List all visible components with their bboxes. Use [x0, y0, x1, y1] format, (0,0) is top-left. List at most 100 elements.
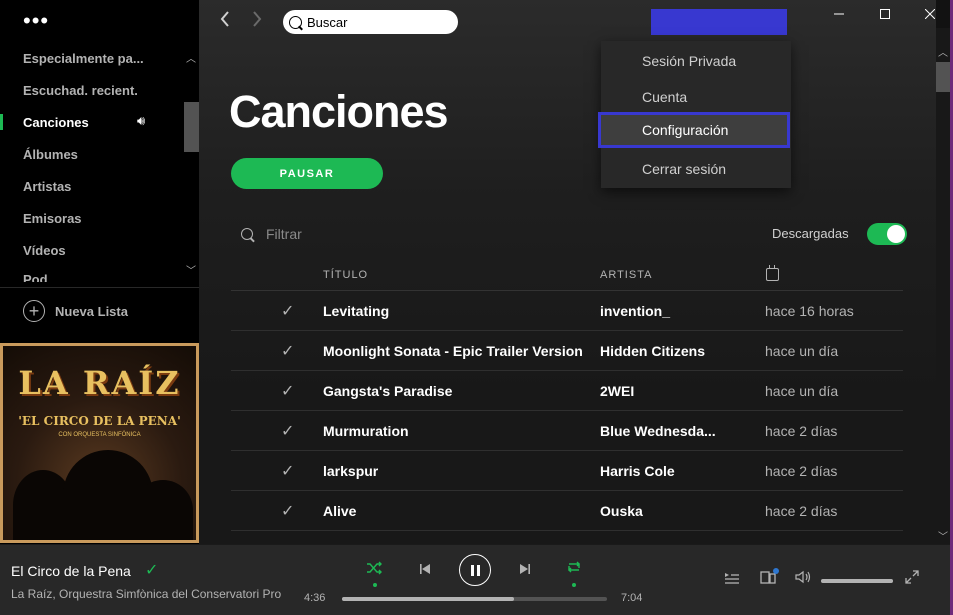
menu-item-account[interactable]: Cuenta	[601, 79, 791, 115]
user-menu-button[interactable]	[651, 9, 787, 35]
maximize-icon	[879, 9, 890, 19]
table-row[interactable]: ✓ Murmuration Blue Wednesda... hace 2 dí…	[231, 411, 903, 451]
column-header-title[interactable]: TÍTULO	[323, 269, 368, 281]
menu-item-log-out[interactable]: Cerrar sesión	[601, 151, 791, 187]
pause-icon	[470, 564, 480, 576]
check-icon[interactable]: ✓	[281, 341, 294, 361]
close-button[interactable]	[907, 0, 953, 28]
check-icon[interactable]: ✓	[281, 301, 294, 321]
track-artist[interactable]: 2WEI	[600, 383, 720, 399]
volume-button[interactable]	[795, 570, 813, 587]
chevron-up-icon[interactable]: ︿	[936, 44, 950, 59]
volume-icon	[795, 570, 811, 584]
menu-item-private-session[interactable]: Sesión Privada	[601, 43, 791, 79]
now-playing-artist[interactable]: La Raíz, Orquestra Simfònica del Conserv…	[11, 587, 291, 601]
sidebar-item-podcasts[interactable]: Pod...	[23, 272, 58, 282]
progress-bar[interactable]	[342, 597, 607, 601]
main-scrollbar[interactable]	[936, 28, 950, 544]
column-header-artist[interactable]: ARTISTA	[600, 269, 652, 281]
play-pause-button[interactable]	[459, 554, 491, 586]
search-box[interactable]	[283, 10, 458, 34]
chevron-down-icon[interactable]: ﹀	[936, 528, 950, 543]
fullscreen-button[interactable]	[905, 570, 919, 587]
calendar-icon[interactable]	[766, 265, 779, 281]
new-playlist-label: Nueva Lista	[55, 303, 128, 319]
progress-fill	[342, 597, 515, 601]
check-icon[interactable]: ✓	[281, 421, 294, 441]
new-playlist-button[interactable]: + Nueva Lista	[23, 299, 128, 323]
chevron-up-icon[interactable]: ︿	[184, 50, 198, 65]
expand-icon	[905, 570, 919, 584]
check-icon[interactable]: ✓	[281, 461, 294, 481]
downloaded-toggle[interactable]	[867, 223, 907, 245]
album-art-subtitle: 'EL CIRCO DE LA PENA'	[18, 414, 181, 428]
plus-icon: +	[23, 300, 45, 322]
sidebar-scrollbar[interactable]	[184, 102, 199, 152]
sidebar-item-artists[interactable]: Artistas	[23, 179, 71, 194]
repeat-button[interactable]	[566, 560, 582, 579]
previous-button[interactable]	[419, 562, 431, 578]
track-artist[interactable]: Blue Wednesda...	[600, 423, 720, 439]
check-icon[interactable]: ✓	[281, 501, 294, 521]
track-title: Moonlight Sonata - Epic Trailer Version	[323, 343, 583, 359]
speaker-icon: 🔊︎	[137, 113, 146, 128]
search-icon	[289, 15, 302, 29]
album-art-caption: CON ORQUESTA SINFÓNICA	[58, 432, 141, 438]
filter-placeholder: Filtrar	[266, 226, 302, 242]
table-row[interactable]: ✓ Moonlight Sonata - Epic Trailer Versio…	[231, 331, 903, 371]
track-artist[interactable]: Hidden Citizens	[600, 343, 720, 359]
sidebar-item-recently-played[interactable]: Escuchad. recient.	[23, 83, 138, 98]
forward-button[interactable]	[251, 10, 263, 34]
maximize-button[interactable]	[862, 0, 908, 28]
more-options-button[interactable]: •••	[23, 10, 49, 32]
sidebar-item-stations[interactable]: Emisoras	[23, 211, 82, 226]
queue-icon	[725, 573, 739, 584]
track-artist[interactable]: Ouska	[600, 503, 720, 519]
track-title: Alive	[323, 503, 357, 519]
filter-field[interactable]: Filtrar	[241, 226, 302, 242]
album-art[interactable]: LA RAÍZ 'EL CIRCO DE LA PENA' CON ORQUES…	[0, 343, 199, 543]
search-input[interactable]	[307, 14, 447, 30]
sidebar-item-songs[interactable]: Canciones	[23, 115, 89, 130]
time-elapsed: 4:36	[304, 592, 326, 604]
window-controls	[816, 0, 953, 28]
track-added: hace 2 días	[765, 463, 838, 479]
user-dropdown-menu: Sesión Privada Cuenta Configuración Cerr…	[598, 41, 791, 188]
queue-button[interactable]	[724, 571, 740, 587]
table-row[interactable]: ✓ Alive Ouska hace 2 días	[231, 491, 903, 531]
shuffle-active-dot	[373, 583, 377, 587]
track-artist[interactable]: Harris Cole	[600, 463, 720, 479]
track-added: hace un día	[765, 343, 839, 359]
check-icon[interactable]: ✓	[145, 560, 158, 580]
check-icon[interactable]: ✓	[281, 381, 294, 401]
devices-active-dot	[773, 568, 779, 574]
sidebar-item-made-for-you[interactable]: Especialmente pa...	[23, 51, 144, 66]
track-added: hace un día	[765, 383, 839, 399]
page-title: Canciones	[229, 86, 449, 137]
table-row[interactable]: ✓ Levitating invention_ hace 16 horas	[231, 291, 903, 331]
track-artist[interactable]: invention_	[600, 303, 720, 319]
volume-fill	[821, 579, 893, 583]
now-playing-title[interactable]: El Circo de la Pena	[11, 563, 131, 579]
pause-button[interactable]: PAUSAR	[231, 158, 383, 189]
menu-item-settings[interactable]: Configuración	[598, 112, 790, 148]
shuffle-button[interactable]	[366, 561, 382, 579]
repeat-icon	[568, 561, 580, 573]
sidebar-item-albums[interactable]: Álbumes	[23, 147, 78, 162]
next-button[interactable]	[519, 562, 531, 578]
close-icon	[925, 9, 936, 19]
skip-back-icon	[420, 564, 430, 574]
downloaded-label: Descargadas	[772, 226, 849, 241]
table-row[interactable]: ✓ larkspur Harris Cole hace 2 días	[231, 451, 903, 491]
player-bar: El Circo de la Pena ✓ La Raíz, Orquestra…	[0, 544, 950, 615]
track-title: Murmuration	[323, 423, 409, 439]
repeat-active-dot	[572, 583, 576, 587]
main-scroll-thumb[interactable]	[936, 62, 950, 92]
volume-slider[interactable]	[821, 579, 893, 583]
track-title: Gangsta's Paradise	[323, 383, 453, 399]
minimize-button[interactable]	[816, 0, 862, 28]
table-row[interactable]: ✓ Gangsta's Paradise 2WEI hace un día	[231, 371, 903, 411]
back-button[interactable]	[219, 10, 231, 34]
chevron-down-icon[interactable]: ﹀	[184, 262, 198, 277]
sidebar-item-videos[interactable]: Vídeos	[23, 243, 66, 258]
